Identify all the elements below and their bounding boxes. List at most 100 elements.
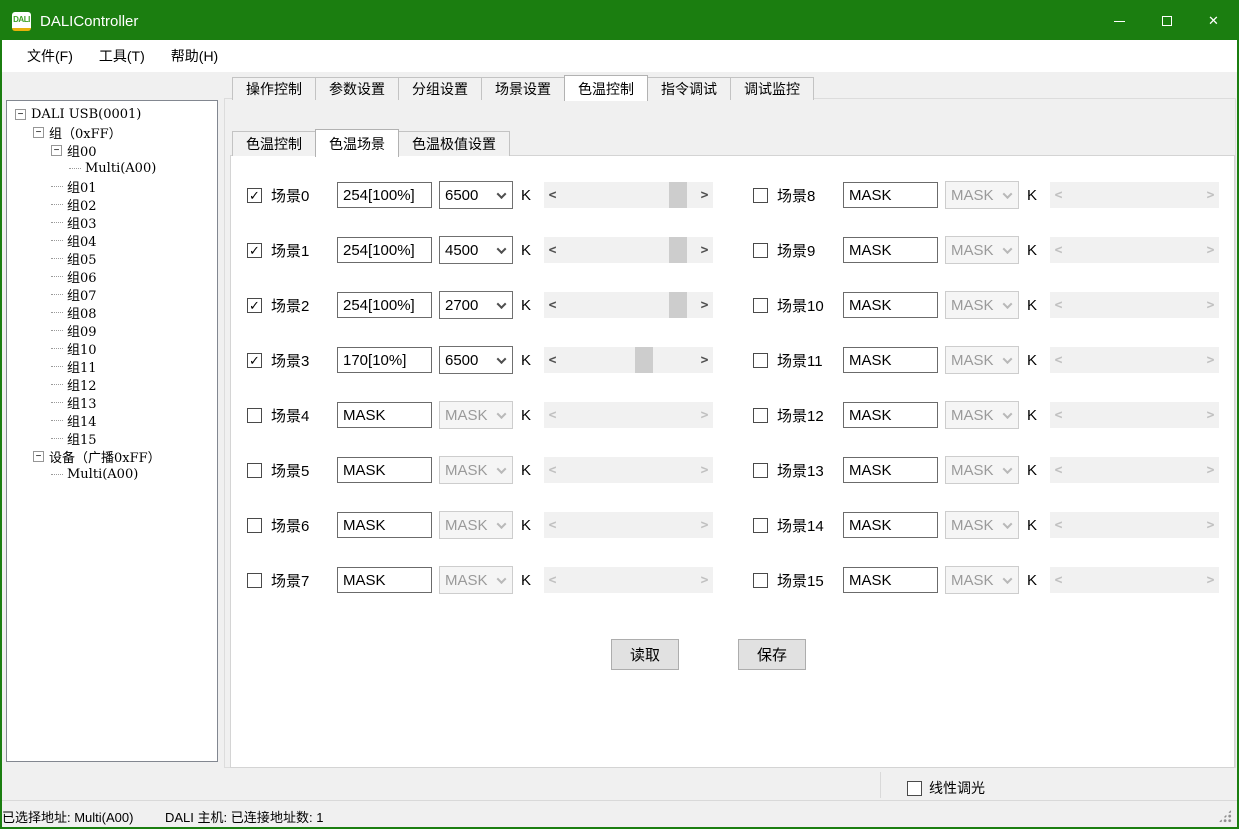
scene-checkbox[interactable] — [247, 463, 262, 478]
scene-checkbox[interactable] — [247, 518, 262, 533]
temperature-dropdown[interactable]: 2700 — [439, 291, 513, 319]
scroll-left-arrow-icon[interactable]: < — [544, 298, 561, 313]
tree-node[interactable]: 组12 — [7, 375, 217, 393]
scrollbar-track[interactable] — [561, 182, 696, 208]
tab-sub-1[interactable]: 色温场景 — [315, 129, 399, 157]
scene-value-input[interactable] — [337, 457, 432, 483]
tree-node[interactable]: 组13 — [7, 393, 217, 411]
scrollbar-thumb[interactable] — [669, 237, 687, 263]
scene-value-input[interactable] — [843, 237, 938, 263]
tab-main-5[interactable]: 指令调试 — [647, 77, 731, 100]
scrollbar-track[interactable] — [561, 347, 696, 373]
tree-node[interactable]: 组06 — [7, 267, 217, 285]
tree-node[interactable]: Multi(A00) — [7, 159, 217, 177]
scroll-left-arrow-icon[interactable]: < — [544, 188, 561, 203]
tab-main-2[interactable]: 分组设置 — [398, 77, 482, 100]
temperature-dropdown[interactable]: 6500 — [439, 346, 513, 374]
scene-value-input[interactable] — [843, 457, 938, 483]
tree-expander-icon[interactable]: − — [51, 145, 62, 156]
tree-node[interactable]: 组04 — [7, 231, 217, 249]
tab-sub-2[interactable]: 色温极值设置 — [398, 131, 510, 156]
scene-value-input[interactable] — [843, 402, 938, 428]
maximize-button[interactable] — [1143, 2, 1190, 40]
tree-node[interactable]: 组03 — [7, 213, 217, 231]
menu-item[interactable]: 工具(T) — [86, 46, 158, 66]
tab-main-0[interactable]: 操作控制 — [232, 77, 316, 100]
scene-value-input[interactable] — [337, 292, 432, 318]
scroll-left-arrow-icon[interactable]: < — [544, 353, 561, 368]
scene-checkbox[interactable] — [753, 353, 768, 368]
scene-value-input[interactable] — [337, 567, 432, 593]
scene-value-input[interactable] — [337, 512, 432, 538]
scene-value-input[interactable] — [843, 512, 938, 538]
tree-expander-icon[interactable]: − — [33, 127, 44, 138]
tree-node[interactable]: 组02 — [7, 195, 217, 213]
scroll-right-arrow-icon[interactable]: > — [696, 353, 713, 368]
tree-node[interactable]: 组15 — [7, 429, 217, 447]
scene-checkbox[interactable]: ✓ — [247, 353, 262, 368]
scene-checkbox[interactable] — [753, 243, 768, 258]
scene-checkbox[interactable] — [753, 188, 768, 203]
scene-checkbox[interactable] — [247, 573, 262, 588]
save-button[interactable]: 保存 — [738, 639, 806, 670]
tree-node[interactable]: −组00 — [7, 141, 217, 159]
device-tree[interactable]: −DALI USB(0001)−组（0xFF）−组00Multi(A00)组01… — [6, 100, 218, 762]
temperature-dropdown[interactable]: 6500 — [439, 181, 513, 209]
scene-value-input[interactable] — [337, 182, 432, 208]
scroll-left-arrow-icon[interactable]: < — [544, 243, 561, 258]
scene-value-input[interactable] — [337, 347, 432, 373]
tree-node[interactable]: Multi(A00) — [7, 465, 217, 483]
scrollbar-thumb[interactable] — [669, 292, 687, 318]
scene-value-input[interactable] — [843, 567, 938, 593]
scene-checkbox[interactable] — [753, 463, 768, 478]
scene-checkbox[interactable] — [753, 408, 768, 423]
resize-grip-icon[interactable] — [1218, 809, 1232, 823]
scene-checkbox[interactable] — [753, 298, 768, 313]
scene-checkbox[interactable]: ✓ — [247, 243, 262, 258]
tree-expander-icon[interactable]: − — [15, 109, 26, 120]
scroll-right-arrow-icon[interactable]: > — [696, 188, 713, 203]
temperature-scrollbar[interactable]: <> — [544, 182, 713, 208]
scroll-right-arrow-icon[interactable]: > — [696, 243, 713, 258]
tree-node[interactable]: 组07 — [7, 285, 217, 303]
minimize-button[interactable] — [1096, 2, 1143, 40]
temperature-dropdown[interactable]: 4500 — [439, 236, 513, 264]
temperature-scrollbar[interactable]: <> — [544, 347, 713, 373]
scrollbar-track[interactable] — [561, 292, 696, 318]
menu-item[interactable]: 帮助(H) — [158, 46, 231, 66]
scroll-right-arrow-icon[interactable]: > — [696, 298, 713, 313]
tree-node[interactable]: 组14 — [7, 411, 217, 429]
scene-checkbox[interactable] — [247, 408, 262, 423]
tree-node[interactable]: 组08 — [7, 303, 217, 321]
scene-checkbox[interactable] — [753, 573, 768, 588]
scene-checkbox[interactable]: ✓ — [247, 298, 262, 313]
tab-main-6[interactable]: 调试监控 — [730, 77, 814, 100]
scene-value-input[interactable] — [843, 182, 938, 208]
scrollbar-track[interactable] — [561, 237, 696, 263]
tab-main-4[interactable]: 色温控制 — [564, 75, 648, 101]
tree-node[interactable]: −DALI USB(0001) — [7, 105, 217, 123]
tab-main-1[interactable]: 参数设置 — [315, 77, 399, 100]
scene-value-input[interactable] — [843, 292, 938, 318]
scene-value-input[interactable] — [337, 402, 432, 428]
scene-checkbox[interactable]: ✓ — [247, 188, 262, 203]
tree-node[interactable]: 组01 — [7, 177, 217, 195]
linear-dimming-checkbox[interactable] — [907, 781, 922, 796]
tree-expander-icon[interactable]: − — [33, 451, 44, 462]
temperature-scrollbar[interactable]: <> — [544, 292, 713, 318]
scene-checkbox[interactable] — [753, 518, 768, 533]
read-button[interactable]: 读取 — [611, 639, 679, 670]
scrollbar-thumb[interactable] — [635, 347, 653, 373]
scene-value-input[interactable] — [337, 237, 432, 263]
tree-node[interactable]: 组11 — [7, 357, 217, 375]
tree-node[interactable]: 组05 — [7, 249, 217, 267]
temperature-scrollbar[interactable]: <> — [544, 237, 713, 263]
close-button[interactable]: ✕ — [1190, 2, 1237, 40]
menu-item[interactable]: 文件(F) — [14, 46, 86, 66]
tree-node[interactable]: 组09 — [7, 321, 217, 339]
tree-node[interactable]: 组10 — [7, 339, 217, 357]
tab-main-3[interactable]: 场景设置 — [481, 77, 565, 100]
tree-node[interactable]: −设备（广播0xFF） — [7, 447, 217, 465]
tab-sub-0[interactable]: 色温控制 — [232, 131, 316, 156]
scene-value-input[interactable] — [843, 347, 938, 373]
